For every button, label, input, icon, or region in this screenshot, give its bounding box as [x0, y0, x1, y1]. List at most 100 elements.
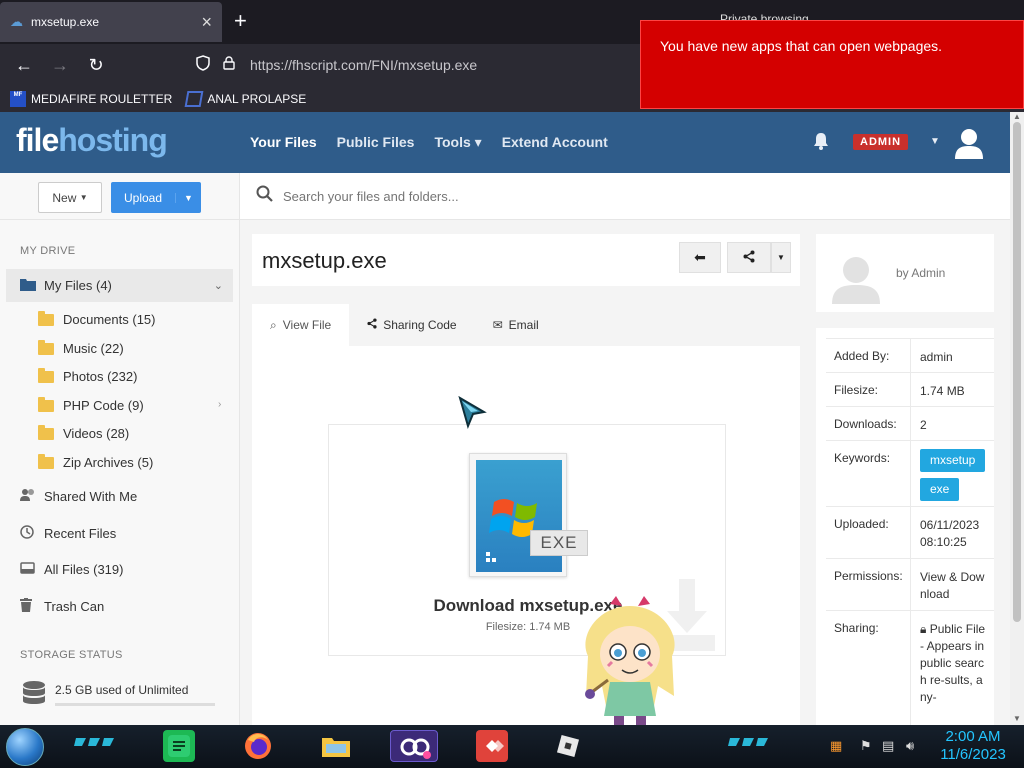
folder-icon: [38, 367, 54, 383]
new-button[interactable]: New ▼: [38, 182, 102, 213]
nav-your-files[interactable]: Your Files: [250, 134, 317, 151]
sidebar: New ▼ Upload ▼ MY DRIVE My Files (4) ⌄ D…: [0, 173, 240, 725]
chevron-right-icon[interactable]: ›: [218, 399, 221, 410]
nav-extend-account[interactable]: Extend Account: [502, 134, 608, 151]
tab-view-file[interactable]: ⌕ View File: [252, 304, 350, 346]
clock-time: 2:00 AM: [945, 728, 1001, 745]
file-explorer-icon[interactable]: [320, 730, 352, 762]
notification-toast[interactable]: You have new apps that can open webpages…: [640, 20, 1024, 109]
sidebar-actions: New ▼ Upload ▼: [0, 173, 239, 220]
browser-tab[interactable]: ☁ mxsetup.exe ×: [0, 2, 222, 42]
folder-icon: [38, 396, 54, 412]
scroll-up-icon[interactable]: ▲: [1013, 112, 1021, 121]
lock-icon: 🔒︎: [920, 622, 930, 636]
sidebar-item-all-files[interactable]: All Files (319): [20, 561, 123, 577]
clock-date: 11/6/2023: [940, 746, 1006, 763]
arrow-left-icon: ⬅: [694, 249, 706, 265]
bookmark-mediafire[interactable]: MF MEDIAFIRE ROULETTER: [10, 91, 172, 107]
scroll-thumb[interactable]: [1013, 122, 1021, 622]
network-icon[interactable]: ▤: [882, 738, 894, 754]
site-header: filehosting Your Files Public Files Tool…: [0, 112, 1010, 173]
cloud-icon: ☁: [10, 14, 23, 29]
mouse-cursor-icon: [458, 396, 487, 430]
media-app-icon[interactable]: [390, 730, 438, 762]
search-bar: [240, 173, 1010, 220]
nav-public-files[interactable]: Public Files: [337, 134, 415, 151]
chevron-down-icon[interactable]: ⌄: [214, 279, 223, 292]
bell-icon[interactable]: [812, 132, 830, 155]
uploader-panel: by Admin: [816, 234, 994, 312]
folder-php-code[interactable]: PHP Code (9): [38, 396, 144, 413]
folder-videos[interactable]: Videos (28): [38, 424, 129, 441]
page-title: mxsetup.exe: [262, 248, 387, 273]
lock-icon[interactable]: [216, 56, 242, 74]
chevron-down-icon[interactable]: ▼: [930, 136, 940, 147]
close-tab-icon[interactable]: ×: [201, 12, 212, 33]
new-tab-button[interactable]: +: [234, 8, 247, 34]
sidebar-item-my-files[interactable]: My Files (4) ⌄: [6, 269, 233, 302]
bookmark-second[interactable]: ANAL PROLAPSE: [184, 91, 307, 107]
sidebar-item-shared[interactable]: Shared With Me: [20, 488, 137, 505]
notes-app-icon[interactable]: [163, 730, 195, 762]
roblox-icon[interactable]: [552, 730, 584, 762]
search-input[interactable]: [283, 188, 683, 204]
back-arrow-icon[interactable]: ←: [6, 55, 42, 76]
url-text[interactable]: https://fhscript.com/FNI/mxsetup.exe: [250, 57, 477, 73]
caret-down-icon: ▼: [777, 253, 785, 262]
my-drive-heading: MY DRIVE: [20, 245, 76, 257]
share-button[interactable]: [727, 242, 771, 273]
scroll-down-icon[interactable]: ▼: [1013, 714, 1021, 723]
site-logo[interactable]: filehosting: [16, 122, 168, 159]
folder-icon: [38, 424, 54, 440]
detail-row-added-by: Added By: admin: [826, 338, 994, 372]
detail-row-filesize: Filesize: 1.74 MB: [826, 372, 994, 406]
volume-icon[interactable]: 🔊︎: [906, 738, 914, 754]
back-button[interactable]: ⬅: [679, 242, 721, 273]
upload-dropdown-icon[interactable]: ▼: [175, 192, 201, 203]
more-dropdown-button[interactable]: ▼: [771, 242, 791, 273]
nav-tools[interactable]: Tools ▾: [434, 134, 481, 151]
uploader-name: by Admin: [896, 266, 946, 280]
folder-zip-archives[interactable]: Zip Archives (5): [38, 453, 153, 470]
folder-documents[interactable]: Documents (15): [38, 310, 155, 327]
top-nav: Your Files Public Files Tools ▾ Extend A…: [250, 134, 628, 151]
keyword-tag[interactable]: mxsetup: [920, 449, 986, 472]
address-bar[interactable]: https://fhscript.com/FNI/mxsetup.exe: [184, 48, 644, 82]
storage-progress-bar: [55, 703, 215, 706]
tab-email[interactable]: ✉ Email: [475, 304, 557, 346]
reload-icon[interactable]: ↻: [78, 55, 114, 76]
mediafire-icon: MF: [10, 91, 26, 107]
system-clock[interactable]: 2:00 AM 11/6/2023: [936, 728, 1010, 764]
shield-icon[interactable]: [190, 55, 216, 75]
users-icon: [20, 488, 44, 505]
admin-badge[interactable]: ADMIN: [853, 134, 909, 150]
file-title-panel: mxsetup.exe ⬅ ▼: [252, 234, 800, 286]
bookmark-label: ANAL PROLAPSE: [207, 92, 307, 106]
page-scrollbar[interactable]: ▲ ▼: [1010, 112, 1024, 725]
sidebar-item-recent[interactable]: Recent Files: [20, 525, 116, 542]
bookmark-icon: [184, 91, 204, 107]
uploader-avatar-icon: [828, 252, 884, 304]
taskbar-decoration-icon: [74, 738, 114, 746]
file-details-table: Added By: admin Filesize: 1.74 MB Download…: [816, 328, 994, 725]
upload-button[interactable]: Upload ▼: [111, 182, 201, 213]
tray-flag-icon[interactable]: ⚑: [860, 738, 872, 754]
caret-icon: ▼: [79, 193, 88, 202]
folder-photos[interactable]: Photos (232): [38, 367, 137, 384]
tray-app-icon[interactable]: ▦: [830, 738, 842, 754]
exe-file-icon: EXE: [469, 453, 588, 577]
firefox-icon[interactable]: [242, 730, 274, 762]
taskbar: ▦ ⚑ ▤ 🔊︎ 2:00 AM 11/6/2023: [0, 725, 1024, 768]
cartoon-character-sticker: [585, 596, 675, 726]
anydesk-icon[interactable]: [476, 730, 508, 762]
user-avatar-icon[interactable]: [953, 126, 985, 160]
forward-arrow-icon[interactable]: →: [42, 55, 78, 76]
start-orb-icon[interactable]: [6, 728, 44, 766]
keyword-tag[interactable]: exe: [920, 478, 960, 501]
folder-music[interactable]: Music (22): [38, 339, 124, 356]
notification-text: You have new apps that can open webpages…: [660, 38, 943, 54]
search-icon[interactable]: [256, 185, 273, 207]
tab-sharing-code[interactable]: Sharing Code: [349, 304, 474, 346]
sidebar-item-trash[interactable]: Trash Can: [20, 598, 104, 615]
bookmark-label: MEDIAFIRE ROULETTER: [31, 92, 173, 106]
